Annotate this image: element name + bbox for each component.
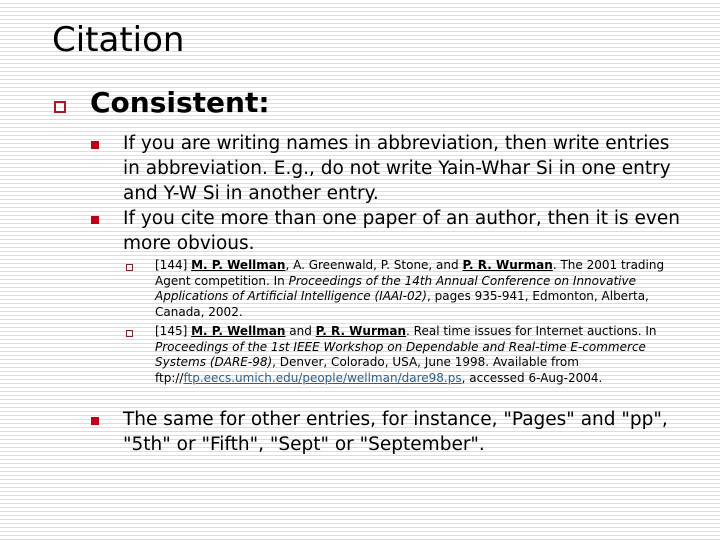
slide: { "slide": { "title": "Citation", "headi… [0,0,720,540]
reference-144: [144] M. P. Wellman, A. Greenwald, P. St… [155,258,675,321]
point-multiple-papers: If you cite more than one paper of an au… [123,208,680,254]
ref-author-wellman: M. P. Wellman [191,258,286,272]
point-abbreviation: If you are writing names in abbreviation… [123,133,671,204]
ref-author-wurman: P. R. Wurman [315,324,407,338]
hollow-square-bullet-icon [126,264,133,271]
filled-square-bullet-icon [91,417,99,425]
ref-title: . Real time issues for Internet auctions… [406,324,657,338]
ref-accessed: , accessed 6-Aug-2004. [461,371,603,386]
ref-author-wurman: P. R. Wurman [462,258,553,272]
ref-id: [144] [155,258,188,272]
hollow-square-bullet-icon [54,101,66,113]
ref-sep: and [285,324,316,338]
ref-coauthors: , A. Greenwald, P. Stone, and [285,258,463,272]
filled-square-bullet-icon [91,216,99,224]
heading-consistent: Consistent: [90,86,270,119]
ref-id: [145] [155,324,188,338]
ref-author-wellman: M. P. Wellman [191,324,286,338]
slide-title: Citation [52,20,185,60]
filled-square-bullet-icon [91,141,99,149]
ref-ftp-link[interactable]: ftp.eecs.umich.edu/people/wellman/dare98… [183,371,461,385]
reference-145: [145] M. P. Wellman and P. R. Wurman. Re… [155,324,675,387]
point-same-entries: The same for other entries, for instance… [123,409,668,455]
hollow-square-bullet-icon [126,330,133,337]
